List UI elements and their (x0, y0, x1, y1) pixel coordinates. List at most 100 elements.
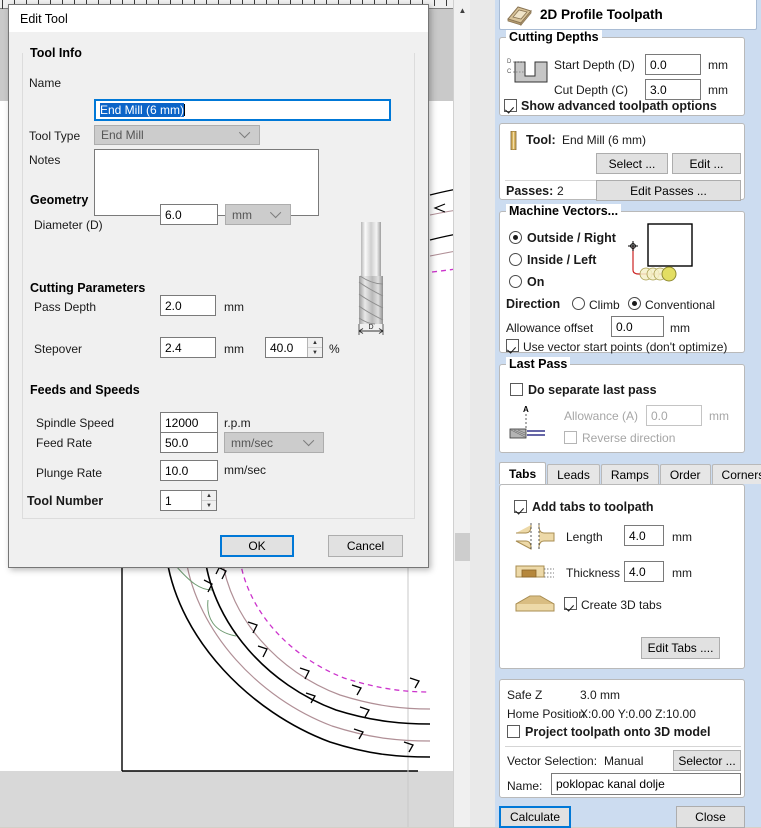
tool-edit-button[interactable]: Edit ... (672, 153, 741, 174)
plunge-rate-unit: mm/sec (224, 463, 266, 477)
start-depth-label: Start Depth (D) (554, 58, 635, 72)
feed-rate-label: Feed Rate (36, 436, 93, 450)
toolpath-name-label: Name: (507, 779, 543, 793)
allowance-offset-input[interactable] (611, 316, 664, 337)
tab-ramps[interactable]: Ramps (600, 464, 659, 484)
tab-length-icon (515, 523, 555, 551)
svg-text:C: C (507, 69, 512, 75)
ok-button[interactable]: OK (220, 535, 294, 557)
allowance-offset-unit: mm (670, 321, 690, 335)
tool-number-input[interactable] (161, 491, 201, 510)
tool-type-dropdown[interactable]: End Mill (94, 125, 260, 145)
tab-3d-icon (515, 595, 555, 612)
svg-text:D: D (507, 59, 512, 65)
tabs-panel: Add tabs to toolpath Length mm Thickness… (499, 484, 745, 669)
show-advanced-checkbox[interactable] (504, 99, 517, 112)
stepper-up-icon[interactable]: ▲ (308, 338, 322, 348)
create-3d-tabs-label: Create 3D tabs (581, 598, 662, 612)
show-advanced-label: Show advanced toolpath options (521, 99, 717, 113)
project-toolpath-checkbox[interactable] (507, 725, 520, 738)
tab-thickness-icon (515, 565, 554, 578)
scrollbar-thumb[interactable] (455, 533, 470, 561)
tool-select-button[interactable]: Select ... (596, 153, 668, 174)
tab-leads[interactable]: Leads (547, 464, 600, 484)
stepover-input[interactable] (160, 337, 216, 358)
tab-length-unit: mm (672, 530, 692, 544)
use-vector-start-checkbox[interactable] (506, 339, 519, 352)
tab-length-input[interactable] (624, 525, 664, 546)
direction-conventional-radio[interactable] (628, 297, 641, 310)
spindle-speed-label: Spindle Speed (36, 416, 115, 430)
stepper-up-icon[interactable]: ▲ (202, 491, 216, 501)
tab-corners[interactable]: Corners (711, 464, 761, 484)
diameter-label: Diameter (D) (34, 218, 103, 232)
diameter-input[interactable] (160, 204, 218, 225)
allowance-a-marker: A (523, 405, 529, 414)
tab-tabs[interactable]: Tabs (499, 462, 547, 484)
tab-length-label: Length (566, 530, 603, 544)
vector-selector-button[interactable]: Selector ... (673, 750, 741, 771)
edit-tool-dialog: Edit Tool Tool Info Name End Mill (6 mm)… (8, 4, 429, 568)
spindle-speed-input[interactable] (160, 412, 218, 433)
start-depth-input[interactable] (645, 54, 701, 75)
pass-depth-input[interactable] (160, 295, 216, 316)
allowance-unit: mm (709, 409, 729, 423)
tool-number-stepper[interactable]: ▲ ▼ (160, 490, 217, 511)
machine-vectors-group: Machine Vectors... Outside / Right Insid… (499, 204, 745, 354)
cut-depth-input[interactable] (645, 79, 701, 100)
scroll-up-icon[interactable]: ▲ (454, 2, 471, 19)
dialog-body: Tool Info Name End Mill (6 mm) Tool Type… (9, 32, 428, 567)
tool-name-input[interactable]: End Mill (6 mm) (94, 99, 391, 121)
plunge-rate-input[interactable] (160, 460, 218, 481)
create-3d-tabs-checkbox[interactable] (564, 597, 577, 610)
profile-toolpath-icon (507, 5, 532, 26)
edit-tabs-button[interactable]: Edit Tabs .... (641, 637, 720, 659)
do-separate-last-pass-checkbox[interactable] (510, 383, 523, 396)
tool-number-label: Tool Number (27, 494, 104, 508)
cut-depth-unit: mm (708, 83, 728, 97)
use-vector-start-label: Use vector start points (don't optimize) (523, 340, 728, 354)
diameter-unit-dropdown[interactable]: mm (225, 204, 291, 225)
chevron-down-icon (269, 206, 282, 218)
stepover-percent-unit: % (329, 342, 340, 356)
plunge-rate-label: Plunge Rate (36, 466, 103, 480)
cancel-button[interactable]: Cancel (328, 535, 403, 557)
dialog-title: Edit Tool (20, 11, 68, 26)
stepper-down-icon[interactable]: ▼ (202, 501, 216, 510)
edit-passes-button[interactable]: Edit Passes ... (596, 180, 741, 201)
vector-option-inside-radio[interactable] (509, 253, 522, 266)
pass-depth-unit: mm (224, 300, 244, 314)
close-button[interactable]: Close (676, 806, 745, 828)
toolpath-panel: 2D Profile Toolpath Cutting Depths D C S… (495, 0, 761, 828)
notes-label: Notes (29, 153, 61, 167)
allowance-offset-label: Allowance offset (506, 321, 594, 335)
stepper-down-icon[interactable]: ▼ (308, 348, 322, 357)
toolpath-name-input[interactable] (551, 773, 741, 795)
reverse-direction-checkbox[interactable] (564, 431, 577, 444)
feed-rate-unit-value: mm/sec (231, 435, 273, 450)
stepover-label: Stepover (34, 342, 83, 356)
vector-option-on-radio[interactable] (509, 275, 522, 288)
vector-option-on-label: On (527, 275, 545, 289)
canvas-vertical-scrollbar[interactable]: ▲ (453, 0, 470, 827)
vector-option-outside-radio[interactable] (509, 231, 522, 244)
tool-value: End Mill (6 mm) (562, 133, 647, 147)
allowance-label: Allowance (A) (564, 409, 639, 423)
calculate-button[interactable]: Calculate (499, 806, 571, 828)
tab-thickness-input[interactable] (624, 561, 664, 582)
stepover-percent-input[interactable] (266, 338, 307, 357)
direction-climb-radio[interactable] (572, 297, 585, 310)
feed-rate-input[interactable] (160, 432, 218, 453)
add-tabs-checkbox[interactable] (514, 500, 527, 513)
geometry-heading: Geometry (27, 193, 92, 207)
add-tabs-label: Add tabs to toolpath (532, 500, 654, 514)
toolpath-footer-group: Safe Z 3.0 mm Home Position X:0.00 Y:0.0… (499, 679, 745, 798)
feed-rate-unit-dropdown[interactable]: mm/sec (224, 432, 324, 453)
last-pass-diagram-icon: A (509, 405, 545, 439)
start-depth-unit: mm (708, 58, 728, 72)
tab-order[interactable]: Order (659, 464, 711, 484)
allowance-input[interactable] (646, 405, 702, 426)
stepover-percent-stepper[interactable]: ▲ ▼ (265, 337, 323, 358)
machine-vectors-preview-icon (628, 223, 693, 282)
footer-divider (505, 746, 741, 747)
